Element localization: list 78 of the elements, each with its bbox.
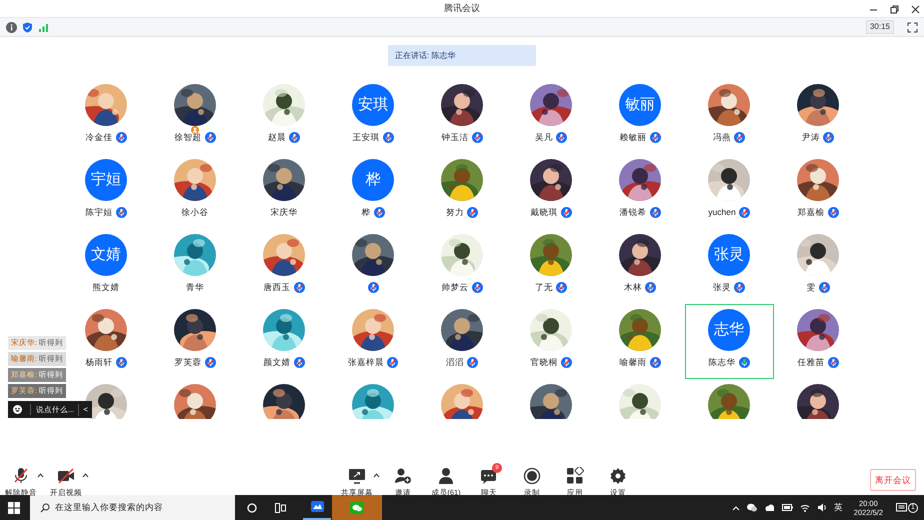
chat-tray-icon[interactable] <box>746 503 757 512</box>
participant-name: 戴晓琪 <box>530 206 558 218</box>
initials-avatar: 张灵 <box>708 234 750 276</box>
participant-name: 任雅苗 <box>798 356 824 368</box>
restore-icon[interactable] <box>890 4 899 14</box>
caret-icon[interactable] <box>37 473 44 478</box>
participant-name: 徐小谷 <box>182 206 208 218</box>
initials-avatar: 文婧 <box>85 234 127 276</box>
search-field[interactable]: 在这里输入你要搜索的内容 <box>30 495 235 520</box>
speaking-banner: 正在讲话: 陈志华 <box>388 45 536 66</box>
cortana-icon[interactable] <box>247 502 257 512</box>
participant-name: 杨雨轩 <box>86 356 112 368</box>
participant-name: 颜文婧 <box>264 356 290 368</box>
leave-meeting-button[interactable]: 离开会议 <box>870 469 916 491</box>
participant-name: 陈宇姮 <box>86 206 112 218</box>
participant-name: 陈志华 <box>708 356 736 368</box>
participant-name: 雯 <box>806 280 816 294</box>
search-icon <box>40 502 50 512</box>
apps-icon <box>566 467 584 485</box>
battery-icon[interactable] <box>782 504 793 511</box>
fullscreen-icon[interactable] <box>907 22 918 32</box>
participant-name: 了无 <box>535 280 553 294</box>
participant-name: 赵晨 <box>268 130 286 144</box>
cloud-icon[interactable] <box>764 504 775 511</box>
participant-name: 官晓桐 <box>530 356 558 368</box>
participant-name: 潘锐希 <box>620 206 646 218</box>
participant-name: 唐西玉 <box>264 280 290 294</box>
members-icon <box>437 467 455 485</box>
invite-icon <box>394 467 412 485</box>
chat-app-icon <box>350 502 364 514</box>
notifications-icon[interactable] <box>896 502 907 512</box>
participant-name: 努力 <box>446 206 464 218</box>
participant-name: 冯燕 <box>713 130 731 144</box>
window-title: 腾讯会议 <box>444 2 480 15</box>
participant-name: yuchen <box>708 206 736 218</box>
initials-avatar: 敏丽 <box>619 84 661 126</box>
initials-avatar: 志华 <box>708 309 750 351</box>
speaker-icon[interactable] <box>816 503 827 512</box>
caret-icon[interactable] <box>82 473 89 478</box>
start-icon[interactable] <box>8 502 20 514</box>
close-icon[interactable] <box>911 4 920 14</box>
settings-icon <box>609 467 627 485</box>
task-view-icon[interactable] <box>275 502 286 512</box>
initials-avatar: 安琪 <box>352 84 394 126</box>
participant-name: 王安琪 <box>352 130 380 144</box>
participant-name: 冷金佳 <box>86 130 112 144</box>
participant-name: 尹涛 <box>802 130 820 144</box>
input-method-indicator[interactable]: 英 <box>834 501 843 514</box>
participant-name: 赖敏丽 <box>620 130 646 144</box>
participant-name: 青华 <box>186 280 204 294</box>
initials-avatar: 宇姮 <box>85 159 127 201</box>
participant-name: 熊文婧 <box>92 280 120 294</box>
shield-icon[interactable] <box>22 22 33 32</box>
participant-name: 滔滔 <box>446 356 464 368</box>
participant-name: 帅梦云 <box>442 280 468 294</box>
participant-name: 徐智超 <box>174 130 202 144</box>
participant-name: 张灵 <box>713 280 731 294</box>
participant-name: 木林 <box>624 280 642 294</box>
participant-name: 吴凡 <box>535 130 553 144</box>
participant-name: 钟玉洁 <box>442 130 468 144</box>
caret-icon[interactable] <box>373 473 380 478</box>
participant-name: 桦 <box>362 206 370 218</box>
collapse-button[interactable]: < <box>78 404 88 416</box>
share-icon <box>348 467 366 485</box>
selected-tile[interactable]: 志华 陈志华 <box>684 304 774 379</box>
initials-avatar: 桦 <box>352 159 394 201</box>
wifi-icon[interactable] <box>800 504 810 512</box>
participant-name: 张嘉梓晨 <box>348 356 384 368</box>
participant-name: 喻馨雨 <box>620 356 646 368</box>
emoji-icon[interactable] <box>13 405 22 414</box>
participant-name: 宋庆华 <box>270 206 298 218</box>
meeting-timer: 30:15 <box>866 20 894 34</box>
participant-name: 郑嘉榆 <box>798 206 824 218</box>
meeting-app-icon <box>310 501 324 512</box>
record-icon <box>523 467 541 485</box>
participant-name: 罗芙蓉 <box>174 356 202 368</box>
info-icon[interactable] <box>6 22 17 32</box>
chat-icon <box>480 467 498 485</box>
